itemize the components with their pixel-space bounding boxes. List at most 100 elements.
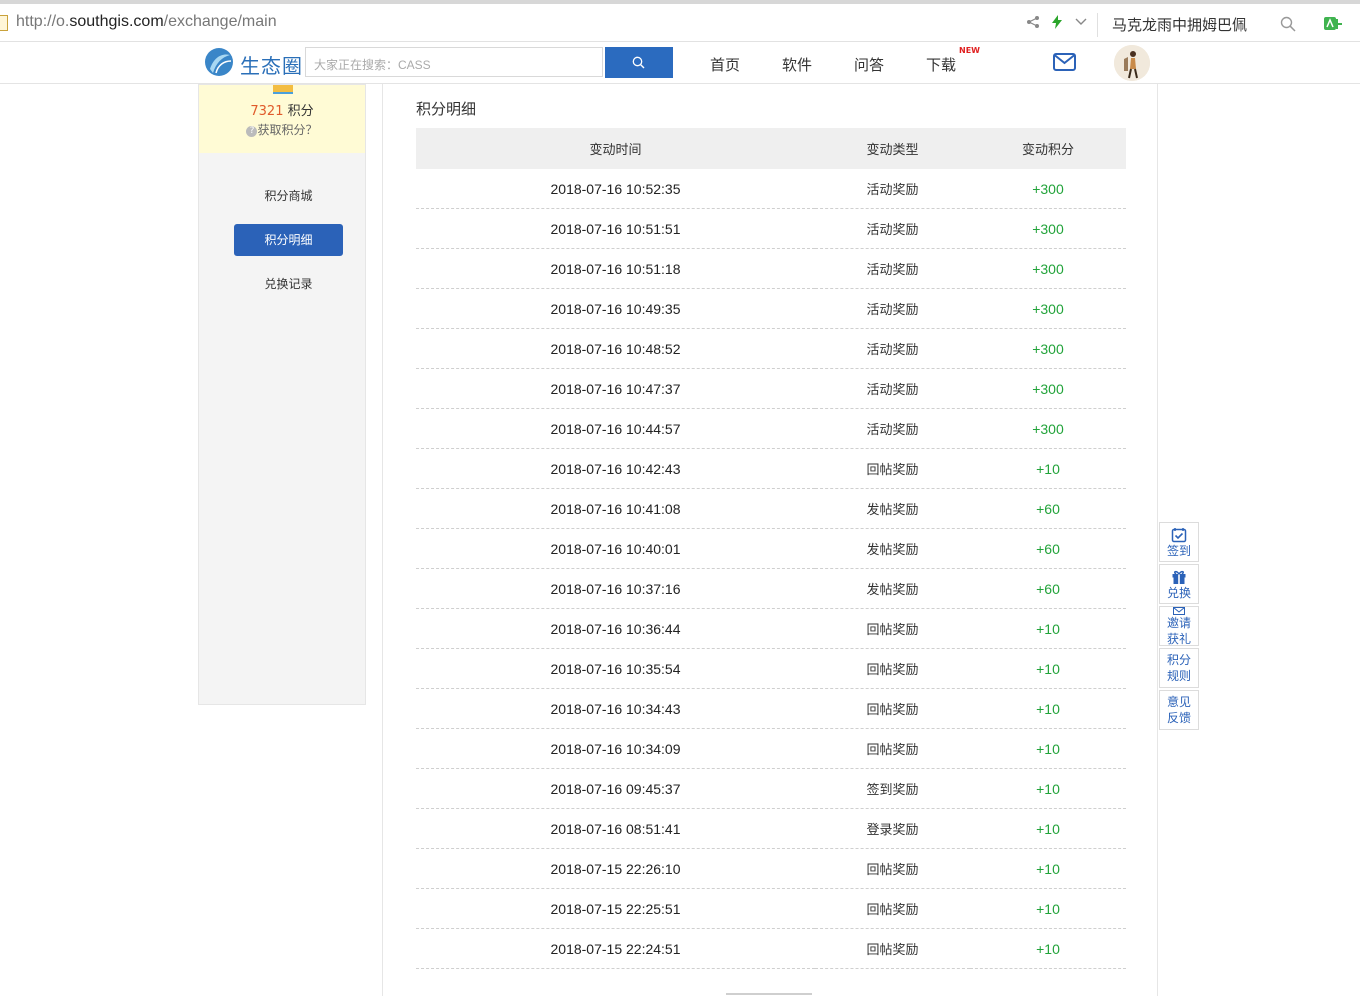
site-search-input[interactable]: 大家正在搜索：CASS [305,47,603,77]
url-field[interactable]: http://o.southgis.com/exchange/main [16,13,277,31]
cell-type: 活动奖励 [815,169,970,209]
cell-type: 签到奖励 [815,768,970,809]
table-row: 2018-07-16 10:41:08 发帖奖励 +60 [416,488,1126,529]
points-total: 7321 积分 [250,104,314,119]
nav-qa[interactable]: 问答 [854,54,884,75]
cell-time: 2018-07-16 10:47:37 [416,368,815,409]
cell-type: 活动奖励 [815,288,970,329]
table-row: 2018-07-15 22:24:51 回帖奖励 +10 [416,928,1126,969]
new-badge: NEW [959,46,980,55]
lightning-icon[interactable] [1050,15,1064,29]
page-icon [0,15,8,31]
invite-button[interactable]: 邀请 获礼 [1159,606,1199,646]
cell-time: 2018-07-16 10:40:01 [416,528,815,569]
search-icon[interactable] [1280,16,1296,32]
calendar-check-icon [1171,528,1187,543]
exchange-button[interactable]: 兑换 [1159,564,1199,604]
cell-type: 活动奖励 [815,408,970,449]
cell-points: +300 [970,208,1126,249]
table-row: 2018-07-16 10:51:18 活动奖励 +300 [416,248,1126,289]
sidebar-item-exchange-records[interactable]: 兑换记录 [234,268,343,300]
cell-points: +10 [970,728,1126,769]
cell-time: 2018-07-16 10:41:08 [416,488,815,529]
sidebar-item-points-mall[interactable]: 积分商城 [234,180,343,212]
cell-time: 2018-07-16 10:44:57 [416,408,815,449]
column-header-points: 变动积分 [970,128,1126,169]
cell-points: +300 [970,169,1126,209]
cell-type: 活动奖励 [815,208,970,249]
cell-points: +10 [970,808,1126,849]
cell-time: 2018-07-16 10:52:35 [416,169,815,209]
mail-icon[interactable] [1053,53,1076,71]
cell-type: 回帖奖励 [815,888,970,929]
chevron-down-icon[interactable] [1074,15,1088,29]
cell-points: +300 [970,368,1126,409]
cell-points: +60 [970,528,1126,569]
table-row: 2018-07-16 10:36:44 回帖奖励 +10 [416,608,1126,649]
table-row: 2018-07-16 08:51:41 登录奖励 +10 [416,808,1126,849]
cell-type: 发帖奖励 [815,568,970,609]
cell-type: 发帖奖励 [815,528,970,569]
nav-software[interactable]: 软件 [782,54,812,75]
table-row: 2018-07-16 10:51:51 活动奖励 +300 [416,208,1126,249]
avatar[interactable] [1114,45,1150,81]
cell-points: +300 [970,328,1126,369]
table-row: 2018-07-15 22:26:10 回帖奖励 +10 [416,848,1126,889]
cell-time: 2018-07-16 10:34:09 [416,728,815,769]
cell-points: +300 [970,248,1126,289]
table-row: 2018-07-16 10:40:01 发帖奖励 +60 [416,528,1126,569]
table-row: 2018-07-16 10:52:35 活动奖励 +300 [416,169,1126,209]
cell-time: 2018-07-16 10:42:43 [416,448,815,489]
checkin-button[interactable]: 签到 [1159,522,1199,562]
get-points-link[interactable]: ? 获取积分？ [199,121,365,138]
nav-home[interactable]: 首页 [710,54,740,75]
cell-time: 2018-07-16 10:51:18 [416,248,815,289]
cell-time: 2018-07-16 10:36:44 [416,608,815,649]
table-row: 2018-07-16 10:42:43 回帖奖励 +10 [416,448,1126,489]
points-summary: 7321 积分 ? 获取积分？ [199,85,365,153]
cell-points: +10 [970,648,1126,689]
feedback-button[interactable]: 意见 反馈 [1159,690,1199,730]
cell-type: 回帖奖励 [815,608,970,649]
cell-points: +10 [970,448,1126,489]
cell-time: 2018-07-15 22:26:10 [416,848,815,889]
cell-type: 登录奖励 [815,808,970,849]
nav-download[interactable]: 下载 [926,54,956,75]
question-icon: ? [246,126,258,137]
table-row: 2018-07-16 10:47:37 活动奖励 +300 [416,368,1126,409]
sidebar: 7321 积分 ? 获取积分？ 积分商城 积分明细 兑换记录 [198,84,366,705]
browser-search-input[interactable]: 马克龙雨中拥姆巴佩 [1112,14,1247,35]
page-title: 积分明细 [416,100,477,118]
divider [1097,13,1098,37]
table-row: 2018-07-16 10:48:52 活动奖励 +300 [416,328,1126,369]
scrollbar[interactable] [726,993,812,995]
points-rules-button[interactable]: 积分 规则 [1159,648,1199,688]
cell-time: 2018-07-16 08:51:41 [416,808,815,849]
cell-points: +300 [970,408,1126,449]
cell-points: +10 [970,848,1126,889]
sidebar-item-points-detail[interactable]: 积分明细 [234,224,343,256]
table-row: 2018-07-16 10:37:16 发帖奖励 +60 [416,568,1126,609]
envelope-icon [1173,607,1185,615]
site-header: 生态圈 大家正在搜索：CASS 首页 软件 问答 下载 NEW [0,42,1360,84]
extension-icon[interactable] [1323,15,1343,33]
table-row: 2018-07-16 10:49:35 活动奖励 +300 [416,288,1126,329]
cell-type: 活动奖励 [815,248,970,289]
cell-time: 2018-07-16 10:37:16 [416,568,815,609]
logo-text[interactable]: 生态圈 [240,50,303,79]
cell-time: 2018-07-16 10:51:51 [416,208,815,249]
cell-points: +10 [970,608,1126,649]
table-row: 2018-07-15 22:25:51 回帖奖励 +10 [416,888,1126,929]
cell-time: 2018-07-16 10:49:35 [416,288,815,329]
cell-type: 活动奖励 [815,328,970,369]
cell-time: 2018-07-16 09:45:37 [416,768,815,809]
logo-icon[interactable] [204,47,234,77]
cell-time: 2018-07-15 22:24:51 [416,928,815,969]
site-search-button[interactable] [605,47,673,78]
column-header-time: 变动时间 [416,128,815,169]
share-icon[interactable] [1026,15,1040,29]
cell-type: 回帖奖励 [815,928,970,969]
cell-points: +10 [970,768,1126,809]
floating-toolbar: 签到 兑换 邀请 获礼 积分 规则 意见 反馈 [1159,522,1199,732]
column-header-type: 变动类型 [815,128,970,169]
